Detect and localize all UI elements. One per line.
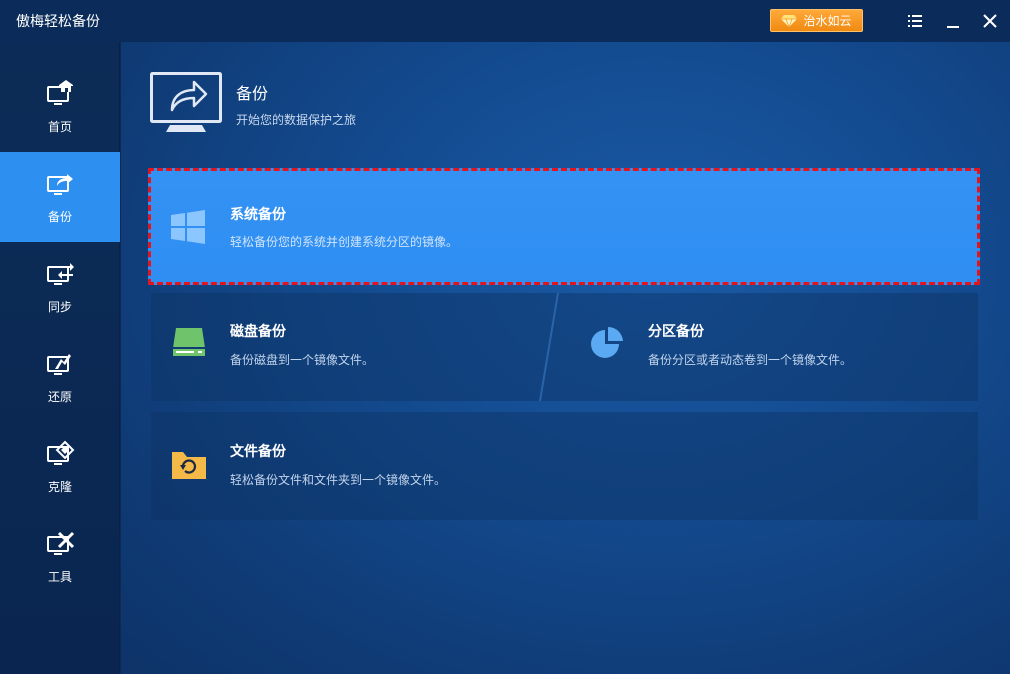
sidebar-item-label: 工具 <box>47 569 72 584</box>
file-backup-card[interactable]: 文件备份 轻松备份文件和文件夹到一个镜像文件。 <box>151 412 978 520</box>
home-icon <box>47 79 73 105</box>
sidebar-item-label: 备份 <box>47 209 72 224</box>
backup-icon <box>47 173 73 195</box>
partition-backup-desc: 备份分区或者动态卷到一个镜像文件。 <box>648 353 853 367</box>
minimize-button[interactable] <box>942 10 964 32</box>
menu-button[interactable] <box>904 10 926 32</box>
restore-icon <box>47 353 71 375</box>
tools-icon <box>47 531 75 555</box>
folder-sync-icon <box>172 452 206 479</box>
sidebar-item-tools[interactable]: 工具 <box>0 512 120 602</box>
card-divider <box>539 293 559 401</box>
disk-backup-desc: 备份磁盘到一个镜像文件。 <box>230 353 375 367</box>
file-backup-desc: 轻松备份文件和文件夹到一个镜像文件。 <box>230 473 447 487</box>
system-backup-desc: 轻松备份您的系统并创建系统分区的镜像。 <box>230 235 459 249</box>
sidebar-item-label: 还原 <box>47 389 72 404</box>
clone-icon <box>47 440 75 465</box>
pie-partition-icon <box>591 326 623 358</box>
sidebar-item-clone[interactable]: 克隆 <box>0 422 120 512</box>
main-panel: 备份 开始您的数据保护之旅 系统备份 轻松备份您的系统并创建系统分区的镜像。 磁… <box>121 42 1010 674</box>
disk-partition-row: 磁盘备份 备份磁盘到一个镜像文件。 分区备份 备份分区或者动态卷到一个镜像文件。 <box>151 293 978 401</box>
menu-list-icon <box>908 15 922 27</box>
page-title: 备份 <box>236 84 269 103</box>
backup-monitor-icon <box>150 72 222 132</box>
sidebar-item-home[interactable]: 首页 <box>0 62 120 152</box>
sidebar: 首页 备份 同步 还原 克隆 工具 <box>0 42 120 674</box>
windows-icon <box>171 210 205 244</box>
partition-backup-title: 分区备份 <box>648 324 704 340</box>
minimize-icon <box>947 26 959 28</box>
sidebar-item-label: 同步 <box>47 299 72 314</box>
disk-icon <box>173 328 205 356</box>
file-backup-title: 文件备份 <box>230 444 286 460</box>
sidebar-item-label: 克隆 <box>47 479 72 494</box>
title-bar: 傲梅轻松备份 治水如云 <box>0 0 1010 42</box>
sidebar-item-label: 首页 <box>47 119 72 134</box>
close-button[interactable] <box>979 10 1001 32</box>
close-icon <box>983 14 997 28</box>
diamond-icon <box>781 14 798 27</box>
system-backup-title: 系统备份 <box>230 207 286 223</box>
system-backup-card[interactable]: 系统备份 轻松备份您的系统并创建系统分区的镜像。 <box>148 168 980 285</box>
page-subtitle: 开始您的数据保护之旅 <box>236 113 357 127</box>
sidebar-item-sync[interactable]: 同步 <box>0 242 120 332</box>
sidebar-item-backup[interactable]: 备份 <box>0 152 120 242</box>
disk-backup-title: 磁盘备份 <box>230 324 286 340</box>
upgrade-label: 治水如云 <box>803 14 852 28</box>
sidebar-item-restore[interactable]: 还原 <box>0 332 120 422</box>
partition-backup-card[interactable]: 分区备份 备份分区或者动态卷到一个镜像文件。 <box>569 293 978 401</box>
disk-backup-card[interactable]: 磁盘备份 备份磁盘到一个镜像文件。 <box>151 293 551 401</box>
app-title: 傲梅轻松备份 <box>16 14 100 30</box>
sync-icon <box>47 262 74 285</box>
upgrade-button[interactable]: 治水如云 <box>770 9 863 32</box>
